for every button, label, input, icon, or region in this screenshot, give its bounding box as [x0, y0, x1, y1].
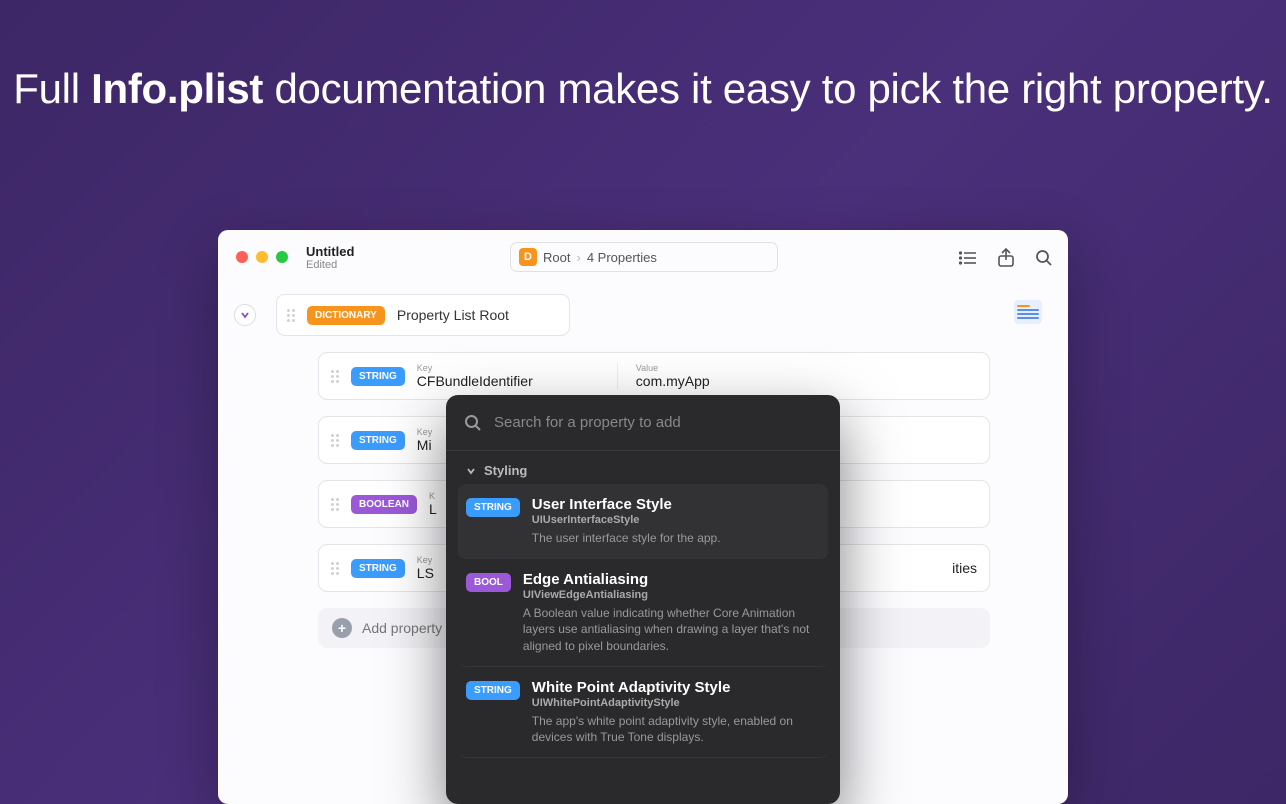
option-title: White Point Adaptivity Style [532, 679, 820, 696]
type-badge-boolean: BOOLEAN [351, 495, 417, 514]
property-value: ities [952, 560, 977, 576]
property-row[interactable]: STRING Key CFBundleIdentifier Value com.… [318, 352, 990, 400]
window-controls [236, 251, 288, 263]
type-badge-dictionary: DICTIONARY [307, 306, 385, 325]
property-key: CFBundleIdentifier [417, 373, 587, 389]
documentation-view-icon[interactable] [1014, 300, 1042, 324]
close-button[interactable] [236, 251, 248, 263]
dictionary-icon: D [519, 248, 537, 266]
option-key: UIUserInterfaceStyle [532, 514, 820, 526]
property-option[interactable]: BOOL Edge Antialiasing UIViewEdgeAntiali… [458, 559, 828, 667]
type-badge-string: STRING [351, 367, 405, 386]
toolbar-right [958, 248, 1054, 268]
property-option[interactable]: STRING White Point Adaptivity Style UIWh… [458, 667, 828, 758]
chevron-down-icon [466, 466, 476, 476]
add-button-label: Add property to [362, 620, 458, 636]
search-icon [464, 414, 482, 432]
key-label: Key [417, 363, 587, 373]
window-subtitle: Edited [306, 259, 354, 271]
type-badge-string: STRING [351, 431, 405, 450]
option-key: UIViewEdgeAntialiasing [523, 589, 820, 601]
drag-handle-icon[interactable] [331, 370, 339, 383]
collapse-chevron-icon[interactable] [234, 304, 256, 326]
root-label: Property List Root [397, 307, 509, 323]
popover-search-bar [446, 395, 840, 451]
property-value: com.myApp [636, 373, 710, 389]
breadcrumb[interactable]: D Root › 4 Properties [510, 242, 778, 272]
window-title: Untitled [306, 244, 354, 259]
popover-results-list: STRING User Interface Style UIUserInterf… [446, 484, 840, 758]
option-title: Edge Antialiasing [523, 571, 820, 588]
property-picker-popover: Styling STRING User Interface Style UIUs… [446, 395, 840, 804]
drag-handle-icon[interactable] [331, 434, 339, 447]
search-input[interactable] [494, 414, 822, 431]
option-key: UIWhitePointAdaptivityStyle [532, 697, 820, 709]
search-icon[interactable] [1034, 248, 1054, 268]
title-group: Untitled Edited [306, 244, 354, 271]
property-option[interactable]: STRING User Interface Style UIUserInterf… [458, 484, 828, 559]
drag-handle-icon[interactable] [287, 309, 295, 322]
titlebar: Untitled Edited D Root › 4 Properties [218, 230, 1068, 284]
zoom-button[interactable] [276, 251, 288, 263]
share-icon[interactable] [996, 248, 1016, 268]
option-description: The user interface style for the app. [532, 530, 820, 546]
breadcrumb-root: Root [543, 250, 570, 265]
root-property-row[interactable]: DICTIONARY Property List Root [276, 294, 570, 336]
type-badge-string: STRING [466, 681, 520, 700]
minimize-button[interactable] [256, 251, 268, 263]
option-description: A Boolean value indicating whether Core … [523, 605, 820, 654]
list-icon[interactable] [958, 248, 978, 268]
type-badge-string: STRING [351, 559, 405, 578]
value-label: Value [636, 363, 710, 373]
type-badge-bool: BOOL [466, 573, 511, 592]
drag-handle-icon[interactable] [331, 498, 339, 511]
option-description: The app's white point adaptivity style, … [532, 713, 820, 745]
chevron-right-icon: › [576, 250, 580, 265]
type-badge-string: STRING [466, 498, 520, 517]
breadcrumb-count: 4 Properties [587, 250, 657, 265]
marketing-headline: Full Info.plist documentation makes it e… [0, 0, 1286, 117]
section-header-styling[interactable]: Styling [446, 451, 840, 484]
option-title: User Interface Style [532, 496, 820, 513]
plus-icon: + [332, 618, 352, 638]
drag-handle-icon[interactable] [331, 562, 339, 575]
